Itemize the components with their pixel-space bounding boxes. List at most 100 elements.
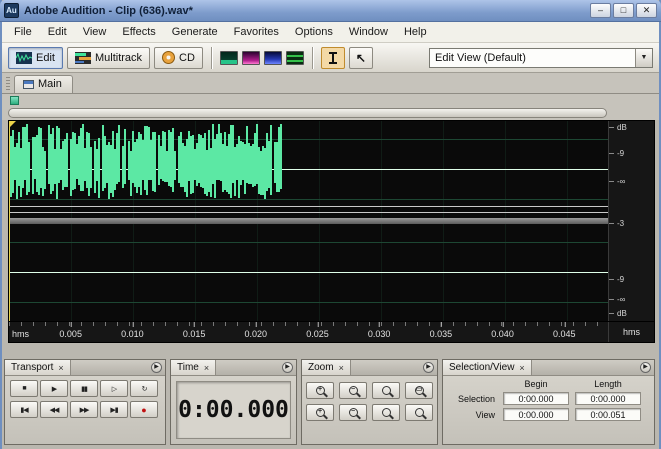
- length-column-header: Length: [594, 379, 622, 389]
- multitrack-view-button[interactable]: Multitrack: [66, 46, 151, 69]
- selection-view-panel-header[interactable]: Selection/View × ▶: [443, 360, 654, 376]
- drag-grip[interactable]: [6, 77, 10, 91]
- zoom-panel-header[interactable]: Zoom × ▶: [302, 360, 437, 376]
- spectral-phase-view-icon[interactable]: [285, 50, 304, 65]
- time-tick-label: 0.005: [59, 322, 82, 339]
- close-icon[interactable]: ×: [339, 363, 344, 373]
- zoom-in-vertical-button[interactable]: +: [306, 404, 334, 421]
- menu-view[interactable]: View: [75, 23, 115, 41]
- db-label: -9: [608, 275, 625, 284]
- zoom-in-horizontal-button[interactable]: +: [306, 382, 334, 399]
- zoom-full-button[interactable]: [372, 382, 400, 399]
- right-channel[interactable]: [9, 224, 608, 321]
- maximize-button[interactable]: □: [613, 3, 634, 18]
- time-selection-tool-button[interactable]: [320, 46, 345, 69]
- panel-menu-button[interactable]: ▶: [640, 362, 651, 373]
- selection-view-panel-tab[interactable]: Selection/View ×: [443, 360, 532, 375]
- horizontal-scroll-area[interactable]: [2, 107, 659, 120]
- play-from-cursor-button[interactable]: ▷: [100, 380, 128, 397]
- selection-row-label: Selection: [457, 393, 495, 404]
- play-button[interactable]: ▶: [40, 380, 68, 397]
- cd-icon: [162, 51, 176, 64]
- dock-gap: [2, 343, 659, 357]
- zoom-title: Zoom: [308, 362, 334, 373]
- time-panel-tab[interactable]: Time ×: [171, 360, 217, 375]
- transport-panel-header[interactable]: Transport × ▶: [5, 360, 165, 376]
- playhead-cursor[interactable]: [9, 121, 10, 321]
- magnifier-icon: −: [348, 408, 358, 417]
- magnifier-icon: [414, 408, 424, 417]
- waveform-left-channel-wave: [9, 121, 608, 218]
- time-ruler-track[interactable]: hms 0.005 0.010 0.015 0.020 0.025 0.030 …: [9, 322, 608, 342]
- amplitude-ruler[interactable]: dB -9 -∞ -3 -9 -∞ dB: [608, 121, 654, 321]
- zoom-to-left-edge-button[interactable]: [372, 404, 400, 421]
- panel-menu-button[interactable]: ▶: [151, 362, 162, 373]
- spectral-pan-view-icon[interactable]: [263, 50, 282, 65]
- selection-begin-field[interactable]: 0:00.000: [503, 392, 569, 405]
- multitrack-label: Multitrack: [94, 51, 143, 64]
- db-label: -∞: [608, 295, 626, 304]
- close-icon[interactable]: ×: [204, 363, 209, 373]
- zoom-panel-tab[interactable]: Zoom ×: [302, 360, 351, 375]
- view-length-field[interactable]: 0:00.051: [575, 408, 641, 421]
- selection-start-marker[interactable]: [9, 121, 16, 128]
- waveform-area: dB -9 -∞ -3 -9 -∞ dB: [8, 120, 655, 322]
- menu-favorites[interactable]: Favorites: [226, 23, 287, 41]
- db-label: -9: [608, 149, 625, 158]
- menu-window[interactable]: Window: [341, 23, 396, 41]
- tab-main[interactable]: Main: [14, 75, 73, 93]
- time-ruler[interactable]: hms 0.005 0.010 0.015 0.020 0.025 0.030 …: [8, 322, 655, 343]
- workspace-selector[interactable]: Edit View (Default) ▼: [429, 47, 653, 68]
- menu-file[interactable]: File: [6, 23, 40, 41]
- menu-edit[interactable]: Edit: [40, 23, 75, 41]
- zoom-out-horizontal-button[interactable]: −: [339, 382, 367, 399]
- chevron-down-icon[interactable]: ▼: [635, 48, 652, 67]
- close-icon[interactable]: ×: [58, 363, 63, 373]
- menu-help[interactable]: Help: [396, 23, 435, 41]
- close-icon[interactable]: ×: [519, 363, 524, 373]
- cd-view-button[interactable]: CD: [154, 46, 203, 69]
- pause-button[interactable]: ▮▮: [70, 380, 98, 397]
- waveform-display-icon[interactable]: [219, 50, 238, 65]
- marquee-selection-tool-button[interactable]: ↖: [348, 46, 373, 69]
- stop-button[interactable]: ■: [10, 380, 38, 397]
- selection-length-field[interactable]: 0:00.000: [575, 392, 641, 405]
- magnifier-icon: +: [315, 386, 325, 395]
- transport-panel-tab[interactable]: Transport ×: [5, 360, 71, 375]
- zoom-to-right-edge-button[interactable]: [405, 404, 433, 421]
- begin-column-header: Begin: [524, 379, 548, 389]
- go-to-beginning-button[interactable]: ▮◀: [10, 401, 38, 418]
- rewind-button[interactable]: ◀◀: [40, 401, 68, 418]
- time-unit-right-label: hms: [608, 322, 654, 342]
- zoom-navigator[interactable]: [2, 94, 659, 107]
- time-display[interactable]: 0:00.000: [176, 381, 291, 439]
- horizontal-scrollbar-thumb[interactable]: [8, 108, 607, 118]
- left-channel[interactable]: [9, 121, 608, 218]
- fast-forward-button[interactable]: ▶▶: [70, 401, 98, 418]
- time-panel-header[interactable]: Time × ▶: [171, 360, 296, 376]
- record-button[interactable]: ●: [130, 401, 158, 418]
- menu-generate[interactable]: Generate: [164, 23, 226, 41]
- titlebar[interactable]: Au Adobe Audition - Clip (636).wav* – □ …: [0, 0, 661, 22]
- panel-menu-button[interactable]: ▶: [282, 362, 293, 373]
- go-to-end-button[interactable]: ▶▮: [100, 401, 128, 418]
- toolbar-separator: [210, 46, 212, 69]
- minimize-button[interactable]: –: [590, 3, 611, 18]
- navigator-handle[interactable]: [10, 96, 19, 105]
- panel-menu-button[interactable]: ▶: [423, 362, 434, 373]
- spectral-view-icon[interactable]: [241, 50, 260, 65]
- zoom-to-selection-button[interactable]: ▭: [405, 382, 433, 399]
- menu-options[interactable]: Options: [287, 23, 341, 41]
- window-icon: [23, 79, 34, 89]
- view-begin-field[interactable]: 0:00.000: [503, 408, 569, 421]
- waveform-display[interactable]: [9, 121, 608, 321]
- db-label: -∞: [608, 177, 626, 186]
- play-looped-button[interactable]: ↻: [130, 380, 158, 397]
- zoom-out-vertical-button[interactable]: −: [339, 404, 367, 421]
- menu-effects[interactable]: Effects: [114, 23, 163, 41]
- edit-view-button[interactable]: Edit: [8, 46, 63, 69]
- close-button[interactable]: ✕: [636, 3, 657, 18]
- zoom-panel: Zoom × ▶ + − ▭ + −: [301, 359, 438, 445]
- magnifier-icon: ▭: [414, 386, 424, 395]
- db-label: dB: [609, 309, 627, 318]
